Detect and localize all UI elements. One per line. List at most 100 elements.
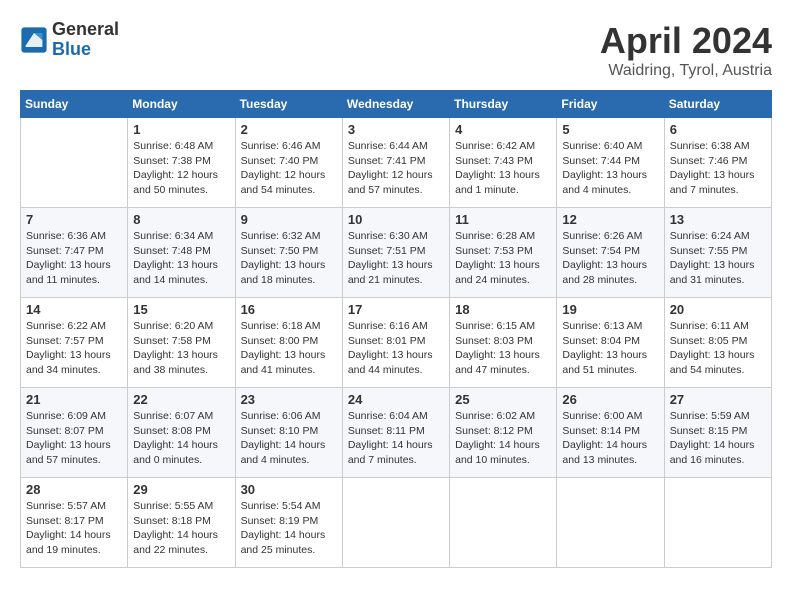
day-info: Sunrise: 6:18 AMSunset: 8:00 PMDaylight:… [241,319,337,378]
logo: General Blue [20,20,119,60]
day-info: Sunrise: 6:04 AMSunset: 8:11 PMDaylight:… [348,409,444,468]
day-number: 16 [241,302,337,317]
calendar-day-cell: 1 Sunrise: 6:48 AMSunset: 7:38 PMDaylight… [128,118,235,208]
day-number: 19 [562,302,658,317]
day-number: 3 [348,122,444,137]
page-header: General Blue April 2024 Waidring, Tyrol,… [20,20,772,80]
calendar-day-cell: 22 Sunrise: 6:07 AMSunset: 8:08 PMDayligh… [128,388,235,478]
calendar-weekday-header: Thursday [450,91,557,118]
calendar-day-cell [557,478,664,568]
calendar-day-cell [342,478,449,568]
day-info: Sunrise: 5:55 AMSunset: 8:18 PMDaylight:… [133,499,229,558]
day-number: 30 [241,482,337,497]
calendar-day-cell: 20Sunrise: 6:11 AMSunset: 8:05 PMDayligh… [664,298,771,388]
logo-blue: Blue [52,40,119,60]
day-number: 20 [670,302,766,317]
calendar-week-row: 21Sunrise: 6:09 AMSunset: 8:07 PMDayligh… [21,388,772,478]
calendar-day-cell: 24Sunrise: 6:04 AMSunset: 8:11 PMDayligh… [342,388,449,478]
day-number: 9 [241,212,337,227]
day-info: Sunrise: 6:22 AMSunset: 7:57 PMDaylight:… [26,319,122,378]
day-number: 11 [455,212,551,227]
calendar-day-cell [21,118,128,208]
calendar-weekday-header: Tuesday [235,91,342,118]
day-info: Sunrise: 6:30 AMSunset: 7:51 PMDaylight:… [348,229,444,288]
calendar-day-cell: 12 Sunrise: 6:26 AMSunset: 7:54 PMDayligh… [557,208,664,298]
day-info: Sunrise: 6:46 AMSunset: 7:40 PMDaylight:… [241,139,337,198]
day-number: 6 [670,122,766,137]
day-number: 23 [241,392,337,407]
day-info: Sunrise: 5:54 AMSunset: 8:19 PMDaylight:… [241,499,337,558]
title-area: April 2024 Waidring, Tyrol, Austria [600,20,772,80]
day-info: Sunrise: 6:13 AMSunset: 8:04 PMDaylight:… [562,319,658,378]
calendar-day-cell: 5 Sunrise: 6:40 AMSunset: 7:44 PMDaylight… [557,118,664,208]
day-number: 2 [241,122,337,137]
calendar-weekday-header: Sunday [21,91,128,118]
day-info: Sunrise: 6:24 AMSunset: 7:55 PMDaylight:… [670,229,766,288]
day-number: 8 [133,212,229,227]
calendar-day-cell: 14 Sunrise: 6:22 AMSunset: 7:57 PMDayligh… [21,298,128,388]
calendar-day-cell: 21Sunrise: 6:09 AMSunset: 8:07 PMDayligh… [21,388,128,478]
calendar-week-row: 1 Sunrise: 6:48 AMSunset: 7:38 PMDaylight… [21,118,772,208]
day-number: 10 [348,212,444,227]
calendar-week-row: 14 Sunrise: 6:22 AMSunset: 7:57 PMDayligh… [21,298,772,388]
calendar-day-cell: 8 Sunrise: 6:34 AMSunset: 7:48 PMDaylight… [128,208,235,298]
day-info: Sunrise: 6:16 AMSunset: 8:01 PMDaylight:… [348,319,444,378]
day-info: Sunrise: 6:20 AMSunset: 7:58 PMDaylight:… [133,319,229,378]
day-number: 18 [455,302,551,317]
day-info: Sunrise: 6:32 AMSunset: 7:50 PMDaylight:… [241,229,337,288]
day-number: 14 [26,302,122,317]
day-info: Sunrise: 6:06 AMSunset: 8:10 PMDaylight:… [241,409,337,468]
calendar-day-cell [664,478,771,568]
calendar-day-cell: 19 Sunrise: 6:13 AMSunset: 8:04 PMDayligh… [557,298,664,388]
day-number: 26 [562,392,658,407]
day-number: 29 [133,482,229,497]
day-number: 13 [670,212,766,227]
day-info: Sunrise: 6:26 AMSunset: 7:54 PMDaylight:… [562,229,658,288]
day-info: Sunrise: 6:07 AMSunset: 8:08 PMDaylight:… [133,409,229,468]
day-info: Sunrise: 5:59 AMSunset: 8:15 PMDaylight:… [670,409,766,468]
day-info: Sunrise: 6:36 AMSunset: 7:47 PMDaylight:… [26,229,122,288]
location-subtitle: Waidring, Tyrol, Austria [600,62,772,80]
calendar-day-cell: 13 Sunrise: 6:24 AMSunset: 7:55 PMDayligh… [664,208,771,298]
logo-icon [20,26,48,54]
day-info: Sunrise: 6:34 AMSunset: 7:48 PMDaylight:… [133,229,229,288]
day-number: 17 [348,302,444,317]
day-number: 5 [562,122,658,137]
calendar-day-cell [450,478,557,568]
logo-text: General Blue [52,20,119,60]
calendar-day-cell: 26Sunrise: 6:00 AMSunset: 8:14 PMDayligh… [557,388,664,478]
day-number: 15 [133,302,229,317]
calendar-day-cell: 4 Sunrise: 6:42 AMSunset: 7:43 PMDaylight… [450,118,557,208]
month-title: April 2024 [600,20,772,62]
day-info: Sunrise: 6:02 AMSunset: 8:12 PMDaylight:… [455,409,551,468]
calendar-day-cell: 15 Sunrise: 6:20 AMSunset: 7:58 PMDayligh… [128,298,235,388]
calendar-day-cell: 17 Sunrise: 6:16 AMSunset: 8:01 PMDayligh… [342,298,449,388]
day-info: Sunrise: 6:38 AMSunset: 7:46 PMDaylight:… [670,139,766,198]
calendar-day-cell: 11Sunrise: 6:28 AMSunset: 7:53 PMDayligh… [450,208,557,298]
day-number: 12 [562,212,658,227]
calendar-day-cell: 27Sunrise: 5:59 AMSunset: 8:15 PMDayligh… [664,388,771,478]
calendar-week-row: 7Sunrise: 6:36 AMSunset: 7:47 PMDaylight… [21,208,772,298]
day-info: Sunrise: 6:44 AMSunset: 7:41 PMDaylight:… [348,139,444,198]
day-info: Sunrise: 6:09 AMSunset: 8:07 PMDaylight:… [26,409,122,468]
calendar-weekday-header: Friday [557,91,664,118]
calendar-day-cell: 3 Sunrise: 6:44 AMSunset: 7:41 PMDaylight… [342,118,449,208]
calendar-day-cell: 6 Sunrise: 6:38 AMSunset: 7:46 PMDaylight… [664,118,771,208]
calendar-table: SundayMondayTuesdayWednesdayThursdayFrid… [20,90,772,568]
logo-general: General [52,20,119,40]
day-info: Sunrise: 6:42 AMSunset: 7:43 PMDaylight:… [455,139,551,198]
calendar-day-cell: 9 Sunrise: 6:32 AMSunset: 7:50 PMDaylight… [235,208,342,298]
day-info: Sunrise: 6:15 AMSunset: 8:03 PMDaylight:… [455,319,551,378]
day-info: Sunrise: 6:48 AMSunset: 7:38 PMDaylight:… [133,139,229,198]
day-info: Sunrise: 6:40 AMSunset: 7:44 PMDaylight:… [562,139,658,198]
calendar-day-cell: 30 Sunrise: 5:54 AMSunset: 8:19 PMDayligh… [235,478,342,568]
day-number: 28 [26,482,122,497]
calendar-week-row: 28Sunrise: 5:57 AMSunset: 8:17 PMDayligh… [21,478,772,568]
day-number: 4 [455,122,551,137]
calendar-day-cell: 2 Sunrise: 6:46 AMSunset: 7:40 PMDaylight… [235,118,342,208]
calendar-day-cell: 18 Sunrise: 6:15 AMSunset: 8:03 PMDayligh… [450,298,557,388]
day-number: 1 [133,122,229,137]
calendar-header-row: SundayMondayTuesdayWednesdayThursdayFrid… [21,91,772,118]
day-number: 22 [133,392,229,407]
calendar-day-cell: 16 Sunrise: 6:18 AMSunset: 8:00 PMDayligh… [235,298,342,388]
